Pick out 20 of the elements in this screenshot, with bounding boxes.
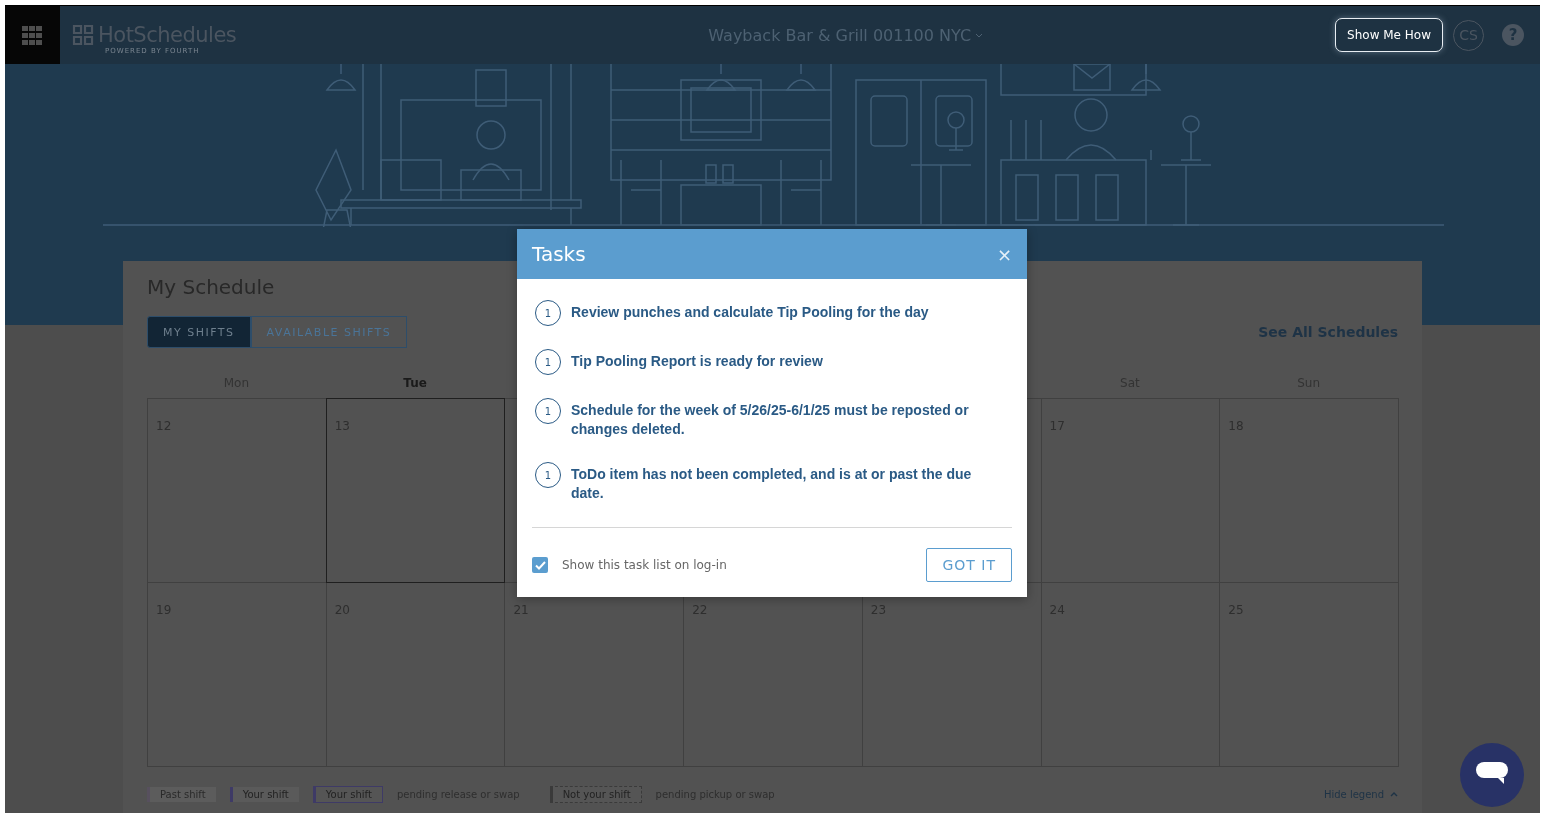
close-button[interactable]: × (996, 243, 1012, 265)
task-link[interactable]: Tip Pooling Report is ready for review (571, 352, 823, 371)
task-link[interactable]: Review punches and calculate Tip Pooling for the day (571, 303, 929, 322)
checkmark-icon (534, 560, 546, 570)
show-me-how-button[interactable]: Show Me How (1335, 18, 1443, 52)
task-link[interactable]: ToDo item has not been completed, and is at or past the due date. (571, 465, 978, 503)
show-on-login-checkbox[interactable] (532, 557, 548, 573)
shift-tab[interactable]: MY SHIFTS (147, 316, 251, 348)
chevron-up-icon (1390, 792, 1398, 797)
checkbox-label: Show this task list on log-in (562, 558, 727, 572)
help-button[interactable]: ? (1502, 24, 1524, 46)
logo-icon (72, 24, 94, 46)
apps-menu-button[interactable] (5, 6, 60, 64)
dialog-title: Tasks (532, 242, 586, 266)
weekday-label: Tue (402, 376, 428, 392)
task-link[interactable]: Schedule for the week of 5/26/25-6/1/25 must be reposted or changes deleted. (571, 401, 978, 439)
caret-icon (975, 32, 984, 38)
grid-icon (22, 25, 43, 45)
shift-tab[interactable]: AVAILABLE SHIFTS (250, 316, 408, 348)
got-it-button[interactable]: GOT IT (926, 548, 1012, 582)
